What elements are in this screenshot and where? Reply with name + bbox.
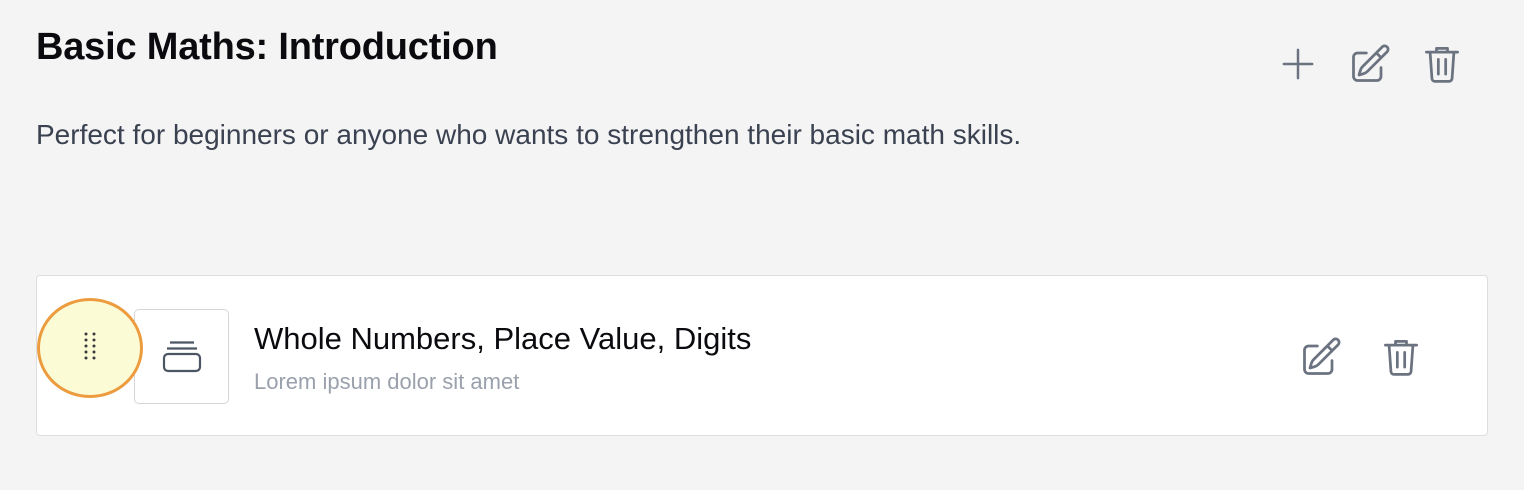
lesson-title: Whole Numbers, Place Value, Digits (254, 321, 752, 356)
drag-dots-icon (82, 331, 98, 366)
add-lesson-button[interactable] (1276, 40, 1320, 88)
page: Basic Maths: Introduction Perfect for be… (0, 0, 1524, 490)
trash-icon (1420, 41, 1464, 87)
section-title: Basic Maths: Introduction (36, 26, 498, 68)
lesson-card[interactable]: Whole Numbers, Place Value, Digits Lorem… (36, 275, 1488, 436)
lesson-actions (1299, 333, 1423, 381)
drag-handle[interactable] (37, 298, 143, 398)
edit-lesson-button[interactable] (1299, 333, 1343, 381)
section-description: Perfect for beginners or anyone who want… (36, 119, 1022, 150)
delete-lesson-button[interactable] (1379, 333, 1423, 381)
section-actions (1276, 40, 1464, 88)
lesson-subtitle: Lorem ipsum dolor sit amet (254, 369, 520, 394)
pencil-square-icon (1299, 335, 1343, 379)
delete-section-button[interactable] (1420, 40, 1464, 88)
edit-section-button[interactable] (1348, 40, 1392, 88)
stack-icon (160, 334, 204, 379)
pencil-square-icon (1348, 42, 1392, 86)
trash-icon (1379, 334, 1423, 380)
plus-icon (1278, 44, 1318, 84)
lesson-thumbnail (134, 309, 229, 404)
